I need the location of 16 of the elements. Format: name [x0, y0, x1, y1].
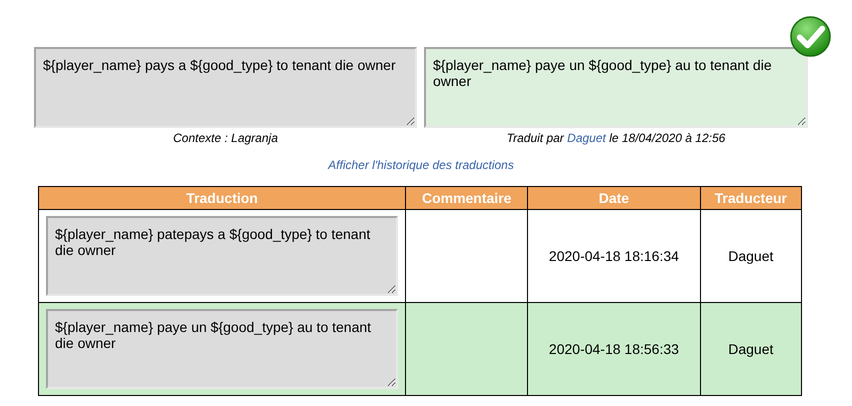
table-cell: 2020-04-18 18:16:34 [528, 210, 700, 302]
column-header: Date [528, 186, 700, 210]
translation-text-field[interactable]: ${player_name} paye un ${good_type} au to tenant die owner [46, 309, 398, 389]
history-link[interactable]: Afficher l'historique des traductions [328, 158, 514, 172]
table-cell: 2020-04-18 18:56:33 [528, 302, 700, 396]
column-header: Traduction [38, 186, 406, 210]
translator-link[interactable]: Daguet [567, 131, 606, 145]
context-label: Contexte : Lagranja [173, 131, 278, 145]
column-header: Commentaire [406, 186, 528, 210]
source-text-field[interactable]: ${player_name} pays a ${good_type} to tenant die owner [34, 47, 417, 128]
table-cell: Daguet [700, 302, 802, 396]
column-header: Traducteur [700, 186, 802, 210]
translation-text-field[interactable]: ${player_name} patepays a ${good_type} to tenant die owner [46, 216, 398, 296]
translated-by-text: Traduit par Daguet le 18/04/2020 à 12:56 [506, 131, 726, 145]
table-cell: Daguet [700, 210, 802, 302]
translation-text-field[interactable]: ${player_name} paye un ${good_type} au to tenant die owner [424, 47, 808, 128]
